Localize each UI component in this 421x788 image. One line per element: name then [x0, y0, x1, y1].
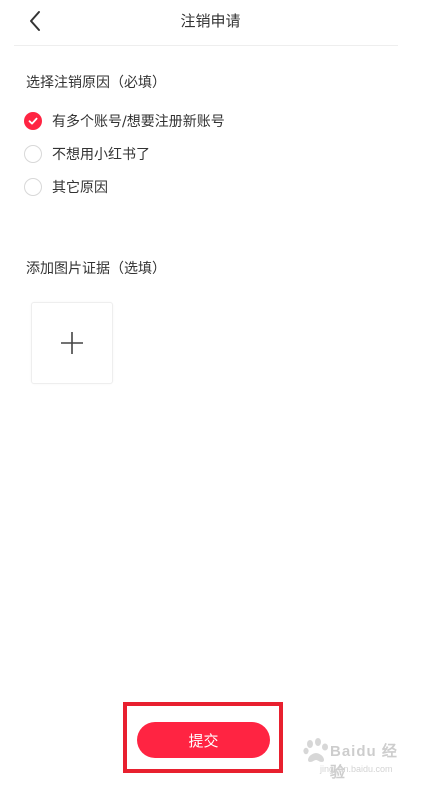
add-photo-button[interactable]	[31, 302, 113, 384]
baidu-paw-icon	[303, 738, 328, 762]
watermark-brand: Baidu 经验	[330, 743, 398, 781]
reason-option-label: 其它原因	[52, 180, 108, 196]
reason-option-stop-using[interactable]: 不想用小红书了	[24, 143, 150, 165]
radio-unchecked-icon[interactable]	[24, 145, 42, 163]
reason-option-label: 不想用小红书了	[52, 147, 150, 163]
reason-option-multiple-accounts[interactable]: 有多个账号/想要注册新账号	[24, 110, 225, 132]
baidu-watermark: Baidu 经验 jingyan.baidu.com	[300, 738, 412, 784]
plus-icon	[61, 332, 83, 354]
radio-checked-icon[interactable]	[24, 112, 42, 130]
page-title: 注销申请	[180, 12, 241, 30]
submit-button[interactable]: 提交	[137, 722, 270, 758]
header-divider	[14, 45, 398, 46]
reason-option-label: 有多个账号/想要注册新账号	[52, 114, 225, 130]
account-cancellation-page: 注销申请 选择注销原因（必填） 有多个账号/想要注册新账号 不想用小红书了 其它…	[0, 0, 421, 788]
header: 注销申请	[0, 0, 421, 46]
photo-section-title: 添加图片证据（选填）	[26, 261, 166, 277]
watermark-url: jingyan.baidu.com	[320, 764, 393, 774]
reason-section-title: 选择注销原因（必填）	[26, 75, 166, 91]
radio-unchecked-icon[interactable]	[24, 178, 42, 196]
reason-option-other[interactable]: 其它原因	[24, 176, 108, 198]
